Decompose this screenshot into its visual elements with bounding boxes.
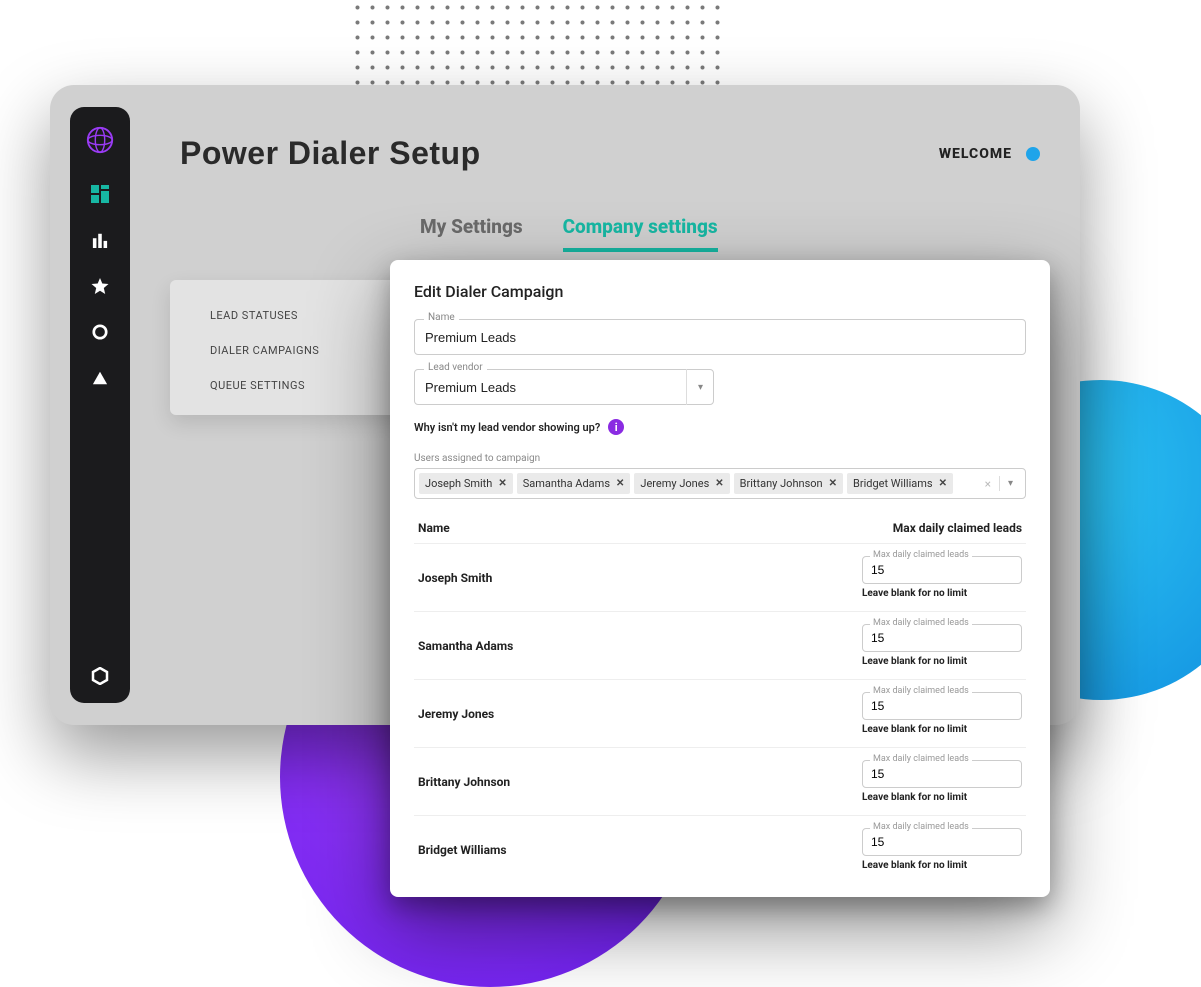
max-leads-input[interactable] — [862, 760, 1022, 788]
leads-input-label: Max daily claimed leads — [870, 754, 972, 764]
user-chip: Joseph Smith ✕ — [419, 473, 513, 494]
leads-input-label: Max daily claimed leads — [870, 822, 972, 832]
leads-hint: Leave blank for no limit — [862, 860, 967, 871]
sidebar — [70, 107, 130, 703]
row-user-name: Joseph Smith — [418, 571, 492, 585]
name-input[interactable] — [414, 319, 1026, 355]
users-assigned-label: Users assigned to campaign — [414, 453, 1026, 464]
multi-select-controls: × ▾ — [977, 476, 1021, 491]
chevron-down-icon[interactable]: ▾ — [999, 476, 1021, 491]
lead-vendor-label: Lead vendor — [424, 362, 487, 373]
tab-company-settings[interactable]: Company settings — [563, 215, 718, 252]
user-chip: Samantha Adams ✕ — [517, 473, 631, 494]
leads-hint: Leave blank for no limit — [862, 656, 967, 667]
leads-hint: Leave blank for no limit — [862, 724, 967, 735]
user-status-dot[interactable] — [1026, 147, 1040, 161]
nav-icons — [91, 185, 109, 667]
row-user-name: Jeremy Jones — [418, 707, 494, 721]
logo-icon[interactable] — [85, 125, 115, 155]
chip-remove-icon[interactable]: ✕ — [829, 478, 837, 489]
welcome-text: WELCOME — [939, 146, 1012, 162]
chevron-down-icon[interactable]: ▾ — [686, 369, 714, 405]
modal-title: Edit Dialer Campaign — [414, 282, 1026, 301]
chip-remove-icon[interactable]: ✕ — [498, 478, 506, 489]
name-label: Name — [424, 312, 459, 323]
vendor-tip: Why isn't my lead vendor showing up? i — [414, 419, 1026, 435]
welcome: WELCOME — [939, 146, 1040, 162]
chip-label: Brittany Johnson — [740, 477, 823, 490]
circle-icon[interactable] — [91, 323, 109, 341]
grid-row: Joseph Smith Max daily claimed leads Lea… — [414, 543, 1026, 611]
grid-header: Name Max daily claimed leads — [414, 513, 1026, 543]
col-leads: Max daily claimed leads — [893, 521, 1022, 535]
grid-row: Brittany Johnson Max daily claimed leads… — [414, 747, 1026, 815]
row-user-name: Brittany Johnson — [418, 775, 510, 789]
leads-input-label: Max daily claimed leads — [870, 686, 972, 696]
dashboard-icon[interactable] — [91, 185, 109, 203]
triangle-icon[interactable] — [91, 369, 109, 387]
row-user-name: Samantha Adams — [418, 639, 513, 653]
users-assigned-select[interactable]: Joseph Smith ✕ Samantha Adams ✕ Jeremy Jon… — [414, 468, 1026, 499]
header: Power Dialer Setup WELCOME — [180, 135, 1040, 172]
max-leads-input[interactable] — [862, 828, 1022, 856]
max-leads-input[interactable] — [862, 692, 1022, 720]
max-leads-input[interactable] — [862, 624, 1022, 652]
grid-row: Jeremy Jones Max daily claimed leads Lea… — [414, 679, 1026, 747]
grid-row: Bridget Williams Max daily claimed leads… — [414, 815, 1026, 883]
edit-campaign-modal: Edit Dialer Campaign Name Lead vendor ▾ … — [390, 260, 1050, 897]
max-leads-input[interactable] — [862, 556, 1022, 584]
chip-label: Joseph Smith — [425, 477, 492, 490]
settings-hex-icon[interactable] — [91, 667, 109, 685]
clear-all-icon[interactable]: × — [977, 477, 999, 491]
users-grid: Name Max daily claimed leads Joseph Smit… — [414, 513, 1026, 883]
col-name: Name — [418, 521, 450, 535]
info-icon[interactable]: i — [608, 419, 624, 435]
leads-hint: Leave blank for no limit — [862, 792, 967, 803]
tabs: My Settings Company settings — [420, 215, 718, 252]
chip-label: Bridget Williams — [853, 477, 933, 490]
user-chip: Brittany Johnson ✕ — [734, 473, 843, 494]
chip-remove-icon[interactable]: ✕ — [715, 478, 723, 489]
chip-remove-icon[interactable]: ✕ — [939, 478, 947, 489]
tab-my-settings[interactable]: My Settings — [420, 215, 523, 252]
chip-label: Jeremy Jones — [640, 477, 709, 490]
bar-chart-icon[interactable] — [91, 231, 109, 249]
name-field: Name — [414, 319, 1026, 355]
chip-remove-icon[interactable]: ✕ — [616, 478, 624, 489]
page-title: Power Dialer Setup — [180, 135, 481, 172]
user-chip: Jeremy Jones ✕ — [634, 473, 729, 494]
grid-row: Samantha Adams Max daily claimed leads L… — [414, 611, 1026, 679]
vendor-tip-text: Why isn't my lead vendor showing up? — [414, 421, 600, 434]
row-user-name: Bridget Williams — [418, 843, 507, 857]
star-icon[interactable] — [91, 277, 109, 295]
user-chip: Bridget Williams ✕ — [847, 473, 953, 494]
leads-hint: Leave blank for no limit — [862, 588, 967, 599]
leads-input-label: Max daily claimed leads — [870, 618, 972, 628]
leads-input-label: Max daily claimed leads — [870, 550, 972, 560]
lead-vendor-field: Lead vendor ▾ — [414, 369, 714, 405]
lead-vendor-select[interactable] — [414, 369, 714, 405]
chip-label: Samantha Adams — [523, 477, 610, 490]
